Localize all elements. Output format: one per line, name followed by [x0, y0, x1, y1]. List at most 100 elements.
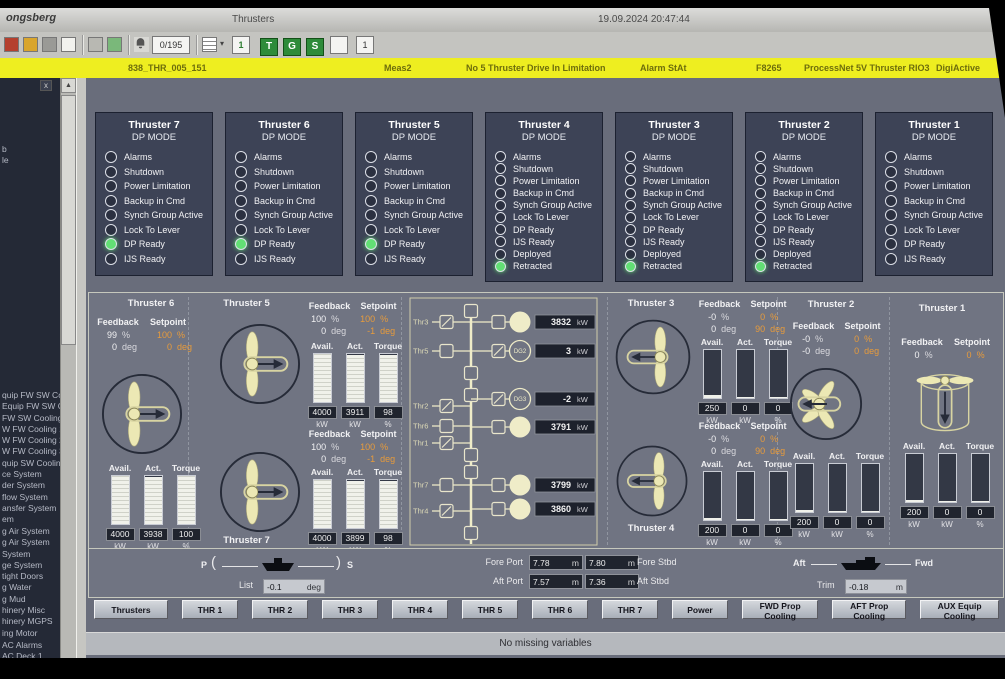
status-item-ijs-ready: IJS Ready [486, 236, 602, 247]
led-icon [625, 163, 636, 174]
sidebar-item[interactable]: hinery MGPS [2, 616, 60, 627]
sidebar-item[interactable]: quip FW SW Coo [2, 390, 60, 401]
bar-gauge: 0 % [855, 463, 885, 539]
chevron-down-icon[interactable]: ▾ [220, 39, 224, 48]
thruster-4-bars: Avail.Act.Torque 200 kW 0 kW 0 % [697, 459, 796, 547]
sidebar-item[interactable]: le [2, 155, 60, 166]
sidebar-item[interactable]: g Air System [2, 526, 60, 537]
scrollbar-thumb[interactable] [61, 95, 76, 345]
blank-button[interactable] [330, 36, 348, 54]
svg-text:kW: kW [577, 318, 589, 327]
view-grid-icon[interactable] [202, 37, 217, 52]
kongsberg-logo: ongsberg [6, 12, 56, 24]
status-item-shutdown: Shutdown [746, 163, 862, 174]
sidebar-item[interactable]: hinery Misc [2, 605, 60, 616]
toolbar-s-button[interactable]: S [306, 38, 324, 56]
nav-button-thr-4[interactable]: THR 4 [392, 600, 448, 619]
led-icon [625, 224, 636, 235]
close-icon[interactable]: x [40, 80, 52, 91]
alarm-kind: DigiActive [936, 63, 980, 73]
svg-text:Thr1: Thr1 [413, 439, 428, 448]
status-item-retracted: Retracted [746, 261, 862, 272]
nav-button-aft-prop-cooling[interactable]: AFT Prop Cooling [832, 600, 906, 619]
sidebar-item[interactable]: AC Deck 1 [2, 651, 60, 658]
scroll-up-icon[interactable]: ▲ [61, 78, 76, 93]
status-panel-title: Thruster 5 [356, 119, 472, 131]
led-icon [625, 236, 636, 247]
event-gray-icon[interactable] [42, 37, 57, 52]
thruster-2-title: Thruster 2 [781, 299, 881, 310]
sidebar-item[interactable]: W FW Cooling 1 [2, 424, 60, 435]
bar-header: Torque [965, 441, 995, 451]
status-panel-thruster-7: Thruster 7 DP MODE AlarmsShutdownPower L… [95, 112, 213, 276]
bar-value: 4000 [106, 528, 135, 541]
bar-value: 200 [790, 516, 819, 529]
sidebar-scrollbar[interactable]: ▲ [60, 78, 77, 658]
status-item-dp-ready: DP Ready [486, 224, 602, 235]
status-item-ijs-ready: IJS Ready [616, 236, 732, 247]
sidebar-item[interactable]: g Air System [2, 537, 60, 548]
monitor-icon[interactable] [61, 37, 76, 52]
sidebar-item[interactable]: der System [2, 480, 60, 491]
nav-button-thr-2[interactable]: THR 2 [252, 600, 308, 619]
setpoint-header: Setpoint [744, 421, 793, 431]
nav-button-thrusters[interactable]: Thrusters [94, 600, 168, 619]
sidebar-item[interactable]: Equip FW SW Co [2, 401, 60, 412]
sidebar-item[interactable]: g Water [2, 582, 60, 593]
status-item-alarms: Alarms [356, 151, 472, 163]
bell-icon[interactable] [134, 37, 149, 52]
alarm-banner[interactable]: 838_THR_005_151 Meas2 No 5 Thruster Driv… [0, 58, 1005, 78]
status-panel-thruster-1: Thruster 1 DP MODE AlarmsShutdownPower L… [875, 112, 993, 276]
svg-text:Thr6: Thr6 [413, 422, 428, 431]
nav-button-thr-7[interactable]: THR 7 [602, 600, 658, 619]
status-panel-title: Thruster 2 [746, 119, 862, 131]
sidebar-item[interactable]: flow System [2, 492, 60, 503]
svg-text:kW: kW [577, 423, 589, 432]
toolbar-t-button[interactable]: T [260, 38, 278, 56]
nav-button-thr-6[interactable]: THR 6 [532, 600, 588, 619]
led-icon [105, 209, 117, 221]
sidebar-item[interactable]: AC Alarms [2, 640, 60, 651]
toolbar-g-button[interactable]: G [283, 38, 301, 56]
thruster-3-azimuth-symbol [614, 317, 692, 397]
bar-gauge: 0 kW [730, 471, 760, 547]
led-icon [495, 163, 506, 174]
acknowledge-icon[interactable] [107, 37, 122, 52]
nav-button-aux-equip-cooling[interactable]: AUX Equip Cooling [920, 600, 999, 619]
thruster-2-bars: Avail.Act.Torque 200 kW 0 kW 0 % [789, 451, 888, 539]
led-icon [625, 200, 636, 211]
history-icon[interactable] [88, 37, 103, 52]
sidebar-item[interactable]: ge System [2, 560, 60, 571]
nav-button-thr-5[interactable]: THR 5 [462, 600, 518, 619]
view-page-field[interactable]: 1 [232, 36, 250, 54]
bar-unit: kW [307, 420, 337, 429]
alarm-red-icon[interactable] [4, 37, 19, 52]
sidebar-item[interactable]: System [2, 549, 60, 560]
led-icon [495, 236, 506, 247]
thruster-5-feedback-setpoint: FeedbackSetpoint100%100%0deg-1deg [305, 301, 403, 336]
sidebar-item[interactable]: em [2, 514, 60, 525]
sidebar-item[interactable]: b [2, 144, 60, 155]
status-item-power-limitation: Power Limitation [356, 180, 472, 192]
nav-button-thr-3[interactable]: THR 3 [322, 600, 378, 619]
sidebar-item[interactable]: FW SW Cooling [2, 413, 60, 424]
thruster-5-bars: Avail.Act.Torque 4000 kW 3911 kW 98 % [307, 341, 406, 429]
nav-button-fwd-prop-cooling[interactable]: FWD Prop Cooling [742, 600, 818, 619]
sidebar-item[interactable]: ing Motor [2, 628, 60, 639]
sidebar-item[interactable]: g Mud [2, 594, 60, 605]
sidebar-item[interactable]: tight Doors [2, 571, 60, 582]
nav-button-power[interactable]: Power [672, 600, 728, 619]
sidebar-item[interactable]: ansfer System [2, 503, 60, 514]
sidebar-item[interactable]: quip SW Cooling [2, 458, 60, 469]
sidebar-item[interactable]: ce System [2, 469, 60, 480]
led-icon [105, 253, 117, 265]
nav-button-thr-1[interactable]: THR 1 [182, 600, 238, 619]
warning-yellow-icon[interactable] [23, 37, 38, 52]
led-icon [495, 249, 506, 260]
page-icon[interactable]: 1 [356, 36, 374, 54]
bar-gauge: 0 % [965, 453, 995, 529]
status-item-backup-in-cmd: Backup in Cmd [876, 195, 992, 207]
status-panel-mode: DP MODE [356, 132, 472, 143]
sidebar-item[interactable]: W FW Cooling 2 [2, 435, 60, 446]
sidebar-item[interactable]: W FW Cooling 3 [2, 446, 60, 457]
